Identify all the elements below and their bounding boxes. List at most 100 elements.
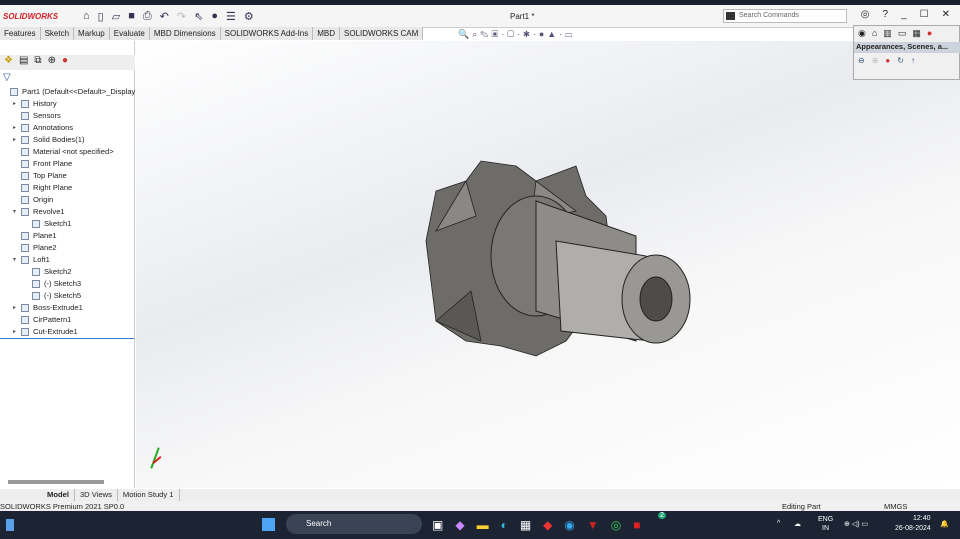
tree-item[interactable]: Front Plane <box>2 158 143 170</box>
mcafee-icon[interactable]: ▼ <box>587 518 599 532</box>
feature-tree-tab-icon[interactable]: ❖ <box>4 55 13 70</box>
save-icon[interactable]: ■ <box>128 10 135 23</box>
start-icon[interactable] <box>262 518 275 531</box>
tree-item[interactable]: ▸ Cut-Extrude1 <box>2 326 143 338</box>
tab-sketch[interactable]: Sketch <box>41 27 75 40</box>
refresh-icon[interactable]: ↻ <box>897 56 904 65</box>
tree-item[interactable]: (-) Sketch5 <box>2 290 143 302</box>
onedrive-icon[interactable]: ☁ <box>794 520 801 528</box>
expand-arrow-icon[interactable]: ▸ <box>13 122 21 134</box>
tab-mbd[interactable]: MBD <box>313 27 341 40</box>
tree-item[interactable]: Part1 (Default<<Default>_Display S <box>2 86 143 98</box>
new-file-icon[interactable]: ▯ <box>98 10 104 23</box>
up-icon[interactable]: ↑ <box>911 56 915 65</box>
rollback-bar[interactable] <box>0 338 134 339</box>
design-library-icon[interactable]: ▥ <box>883 28 892 39</box>
heads-up-view-toolbar[interactable]: 🔍⌕✎▣·▢·✱·●▲·▭ <box>458 29 575 40</box>
view-palette-icon[interactable]: ▦ <box>912 28 921 39</box>
redo-icon[interactable]: ↷ <box>177 10 186 23</box>
solidworks-taskbar-icon[interactable]: ■ <box>633 518 640 532</box>
tree-item[interactable]: Sketch2 <box>2 266 143 278</box>
widgets-icon[interactable] <box>6 519 14 531</box>
help-app-icon[interactable]: ◉ <box>564 518 574 532</box>
tree-item[interactable]: (-) Sketch3 <box>2 278 143 290</box>
options-gear-icon[interactable]: ⚙ <box>244 10 254 23</box>
home-icon[interactable]: ⌂ <box>83 10 90 23</box>
pinion-gear-model[interactable] <box>136 41 960 488</box>
region-indicator[interactable]: IN <box>822 525 829 532</box>
tab-mbd-dimensions[interactable]: MBD Dimensions <box>150 27 221 40</box>
configuration-tab-icon[interactable]: ⧉ <box>34 55 41 70</box>
appearances-tab-icon[interactable]: ● <box>927 28 932 39</box>
tray-chevron-icon[interactable]: ^ <box>777 520 780 527</box>
store-icon[interactable]: ▦ <box>520 518 531 532</box>
task-view-icon[interactable]: ▣ <box>432 518 443 532</box>
edge-icon[interactable]: ◐ <box>501 518 508 532</box>
maximize-button[interactable]: ☐ <box>920 9 929 20</box>
solidworks-logo[interactable]: SOLIDWORKS <box>3 12 73 21</box>
tree-item[interactable]: Origin <box>2 194 143 206</box>
tab-markup[interactable]: Markup <box>74 27 110 40</box>
search-commands-input[interactable]: Search Commands <box>723 9 847 23</box>
language-indicator[interactable]: ENG <box>818 516 833 523</box>
tree-item[interactable]: Sketch1 <box>2 218 143 230</box>
tree-item[interactable]: Plane2 <box>2 242 143 254</box>
expand-arrow-icon[interactable]: ▸ <box>13 98 21 110</box>
print-icon[interactable]: ⎙ <box>143 10 152 23</box>
tab-solidworks-add-ins[interactable]: SOLIDWORKS Add-Ins <box>221 27 314 40</box>
home-tab-icon[interactable]: ⌂ <box>872 28 877 39</box>
tree-item[interactable]: ▸ Annotations <box>2 122 143 134</box>
tree-item[interactable]: ▾ Loft1 <box>2 254 143 266</box>
taskbar-search[interactable]: Search <box>286 514 422 534</box>
display-manager-tab-icon[interactable]: ● <box>62 55 68 70</box>
horizontal-scrollbar[interactable] <box>8 480 104 484</box>
file-properties-icon[interactable]: ☰ <box>226 10 236 23</box>
close-button[interactable]: ✕ <box>942 9 950 20</box>
bottom-tab-model[interactable]: Model <box>42 489 75 501</box>
app-red-icon[interactable]: ◆ <box>543 518 552 532</box>
network-volume-battery-icons[interactable]: ⊕ ◁) ▭ <box>844 520 868 528</box>
tree-item[interactable]: CirPattern1 <box>2 314 143 326</box>
expand-arrow-icon[interactable]: ▾ <box>13 254 21 266</box>
tree-item[interactable]: Sensors <box>2 110 143 122</box>
open-icon[interactable]: ▱ <box>112 10 120 23</box>
file-explorer-icon[interactable]: ▭ <box>898 28 907 39</box>
filter-icon[interactable]: ▽ <box>3 72 11 83</box>
back-icon[interactable]: ⊖ <box>858 56 865 65</box>
rebuild-icon[interactable]: ● <box>211 10 218 23</box>
select-icon[interactable]: ⇖ <box>194 10 203 23</box>
help-icon[interactable]: ? <box>883 9 889 20</box>
expand-arrow-icon[interactable]: ▸ <box>13 302 21 314</box>
tree-item[interactable]: ▸ History <box>2 98 143 110</box>
bottom-tab-motion-study-1[interactable]: Motion Study 1 <box>118 489 180 501</box>
bottom-tab-3d-views[interactable]: 3D Views <box>75 489 118 501</box>
tree-item[interactable]: ▾ Revolve1 <box>2 206 143 218</box>
tree-item[interactable]: ▸ Solid Bodies(1) <box>2 134 143 146</box>
tree-item[interactable]: Material <not specified> <box>2 146 143 158</box>
property-manager-tab-icon[interactable]: ▤ <box>19 55 28 70</box>
undo-icon[interactable]: ↶ <box>160 10 169 23</box>
tab-features[interactable]: Features <box>0 27 41 40</box>
expand-arrow-icon[interactable]: ▸ <box>13 326 21 338</box>
graphics-area[interactable]: 🔍⌕✎▣·▢·✱·●▲·▭ <box>136 29 960 488</box>
solidworks-resources-icon[interactable]: ◉ <box>858 28 866 39</box>
expand-arrow-icon[interactable]: ▾ <box>13 206 21 218</box>
tab-evaluate[interactable]: Evaluate <box>110 27 150 40</box>
file-explorer-taskbar-icon[interactable]: ▬ <box>477 518 489 532</box>
forward-icon[interactable]: ⊕ <box>872 56 879 65</box>
appearance-icon[interactable]: ● <box>885 56 890 65</box>
whatsapp-icon[interactable]: ◎ <box>611 518 621 532</box>
account-icon[interactable]: ◎ <box>861 9 870 20</box>
copilot-icon[interactable]: ◆ <box>455 518 464 532</box>
minimize-button[interactable]: _ <box>901 9 907 20</box>
clock-time[interactable]: 12:40 <box>913 515 931 522</box>
tree-item[interactable]: ▸ Boss-Extrude1 <box>2 302 143 314</box>
tree-item[interactable]: Plane1 <box>2 230 143 242</box>
tree-item[interactable]: Top Plane <box>2 170 143 182</box>
dimxpert-tab-icon[interactable]: ⊕ <box>48 55 56 70</box>
tab-solidworks-cam[interactable]: SOLIDWORKS CAM <box>340 27 424 40</box>
expand-arrow-icon[interactable]: ▸ <box>13 134 21 146</box>
notification-bell-icon[interactable]: 🔔 <box>940 520 949 528</box>
clock-date[interactable]: 26-08-2024 <box>895 525 931 532</box>
tree-item[interactable]: Right Plane <box>2 182 143 194</box>
